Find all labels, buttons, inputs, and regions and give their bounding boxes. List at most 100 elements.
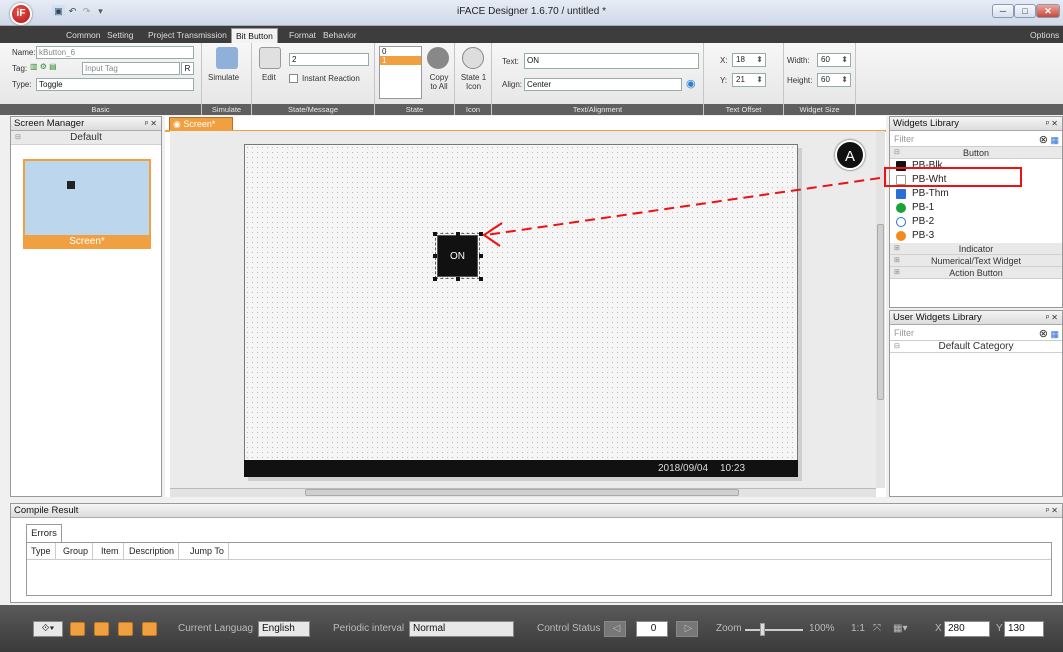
globe-icon[interactable]: ◉ <box>686 77 696 90</box>
widget-item-pb-thm[interactable]: PB-Thm <box>890 187 1062 201</box>
control-next-button[interactable]: ▷ <box>676 621 698 637</box>
tab-bit-button[interactable]: Bit Button <box>231 28 278 43</box>
width-spinner[interactable]: 60 <box>817 53 851 67</box>
state-message-field[interactable]: 2 <box>289 53 369 66</box>
maximize-button[interactable]: □ <box>1014 4 1036 18</box>
collapse-icon[interactable]: ⊟ <box>15 131 21 145</box>
col-item[interactable]: Item <box>97 543 124 559</box>
category-default[interactable]: ⊟ Default Category <box>890 341 1062 353</box>
offset-x-spinner[interactable]: 18 <box>732 53 766 67</box>
resize-handle[interactable] <box>479 277 483 281</box>
control-prev-button[interactable]: ◁ <box>604 621 626 637</box>
col-type[interactable]: Type <box>27 543 56 559</box>
user-widgets-title: User Widgets Library <box>893 312 982 323</box>
widgets-filter-input[interactable]: Filter ⊗ ▦ <box>890 131 1062 147</box>
collapse-icon[interactable]: ⊟ <box>894 341 900 353</box>
ratio-button[interactable]: 1:1 <box>851 621 865 637</box>
expand-icon[interactable]: ⊞ <box>894 255 900 267</box>
align-select[interactable]: Center <box>524 78 682 91</box>
tag-picker-icon[interactable]: ▥ ⚙ ▤ <box>30 62 57 71</box>
toolbar-icon-3[interactable] <box>118 622 133 636</box>
name-field[interactable]: kButton_6 <box>36 46 194 59</box>
category-indicator[interactable]: ⊞ Indicator <box>890 243 1062 255</box>
edit-button[interactable]: Edit <box>262 73 276 82</box>
toolbar-icon-2[interactable] <box>94 622 109 636</box>
col-description[interactable]: Description <box>125 543 180 559</box>
state-1[interactable]: 1 <box>380 56 421 65</box>
x-coord-field[interactable]: 280 <box>944 621 990 637</box>
collapse-icon[interactable]: ⊟ <box>894 147 900 159</box>
copy-to-all-button[interactable]: Copy to All <box>426 73 452 91</box>
tab-format[interactable]: Format <box>289 28 316 43</box>
view-toggle-icon[interactable]: ▦ <box>1050 132 1059 148</box>
screen-category[interactable]: ⊟ Default <box>11 131 161 145</box>
type-select[interactable]: Toggle <box>36 78 194 91</box>
edit-icon[interactable] <box>259 47 281 69</box>
screen-thumbnail[interactable] <box>23 159 151 247</box>
resize-handle[interactable] <box>433 254 437 258</box>
offset-y-spinner[interactable]: 21 <box>732 73 766 87</box>
grid-icon[interactable]: ▦▾ <box>893 621 907 637</box>
widget-item-pb-2[interactable]: PB-2 <box>890 215 1062 229</box>
clear-filter-icon[interactable]: ⊗ <box>1039 326 1048 342</box>
category-button[interactable]: ⊟ Button <box>890 147 1062 159</box>
copy-icon[interactable] <box>427 47 449 69</box>
widget-item-pb-1[interactable]: PB-1 <box>890 201 1062 215</box>
language-select[interactable]: English <box>258 621 310 637</box>
zoom-slider-track[interactable] <box>745 629 803 631</box>
resize-handle[interactable] <box>456 232 460 236</box>
col-jump-to[interactable]: Jump To <box>186 543 229 559</box>
state-0[interactable]: 0 <box>380 47 421 56</box>
state-1-icon-button[interactable]: State 1 Icon <box>458 73 489 91</box>
tab-errors[interactable]: Errors <box>26 524 62 542</box>
toolbar-icon-1[interactable] <box>70 622 85 636</box>
options-menu[interactable]: Options <box>1030 28 1059 43</box>
state-list[interactable]: 0 1 <box>379 46 422 99</box>
screen-canvas[interactable] <box>244 144 798 477</box>
widget-item-pb-3[interactable]: PB-3 <box>890 229 1062 243</box>
fit-screen-icon[interactable]: ⤧ <box>873 621 881 637</box>
state-icon[interactable] <box>462 47 484 69</box>
pin-icon[interactable]: ᵖ ✕ <box>1046 311 1058 325</box>
tab-project-transmission[interactable]: Project Transmission <box>148 28 227 43</box>
toolbar-icon-4[interactable] <box>142 622 157 636</box>
text-field[interactable]: ON <box>524 53 699 69</box>
user-widgets-filter-input[interactable]: Filter ⊗ ▦ <box>890 325 1062 341</box>
resize-handle[interactable] <box>479 232 483 236</box>
resize-handle[interactable] <box>433 232 437 236</box>
on-button-widget[interactable]: ON <box>435 233 480 279</box>
periodic-interval-select[interactable]: Normal <box>409 621 514 637</box>
expand-icon[interactable]: ⊞ <box>894 267 900 279</box>
tag-field[interactable]: Input Tag <box>82 62 180 75</box>
tab-screen[interactable]: ◉ Screen* <box>169 117 233 131</box>
vertical-scroll-thumb[interactable] <box>877 224 884 400</box>
tag-r-button[interactable]: R <box>181 62 194 75</box>
zoom-slider-thumb[interactable] <box>760 623 765 636</box>
tool-select-icon[interactable]: ⟐▾ <box>33 621 63 637</box>
horizontal-scroll-thumb[interactable] <box>305 489 739 496</box>
pin-icon[interactable]: ᵖ ✕ <box>1046 117 1058 131</box>
close-button[interactable]: ✕ <box>1036 4 1060 18</box>
pin-icon[interactable]: ᵖ ✕ <box>1046 504 1058 518</box>
simulate-button[interactable]: Simulate <box>208 73 239 82</box>
control-status-value[interactable]: 0 <box>636 621 668 637</box>
minimize-button[interactable]: ─ <box>992 4 1014 18</box>
expand-icon[interactable]: ⊞ <box>894 243 900 255</box>
pin-icon[interactable]: ᵖ ✕ <box>145 117 157 131</box>
screen-thumbnail-label[interactable]: Screen* <box>23 235 151 249</box>
tab-behavior[interactable]: Behavior <box>323 28 357 43</box>
y-coord-field[interactable]: 130 <box>1004 621 1044 637</box>
resize-handle[interactable] <box>479 254 483 258</box>
category-numerical-text[interactable]: ⊞ Numerical/Text Widget <box>890 255 1062 267</box>
simulate-icon[interactable] <box>216 47 238 69</box>
category-action-button[interactable]: ⊞ Action Button <box>890 267 1062 279</box>
resize-handle[interactable] <box>456 277 460 281</box>
tab-setting[interactable]: Setting <box>107 28 133 43</box>
resize-handle[interactable] <box>433 277 437 281</box>
view-toggle-icon[interactable]: ▦ <box>1050 326 1059 342</box>
height-spinner[interactable]: 60 <box>817 73 851 87</box>
tab-common[interactable]: Common <box>66 28 100 43</box>
instant-reaction-checkbox[interactable] <box>289 74 298 83</box>
clear-filter-icon[interactable]: ⊗ <box>1039 132 1048 148</box>
col-group[interactable]: Group <box>59 543 94 559</box>
